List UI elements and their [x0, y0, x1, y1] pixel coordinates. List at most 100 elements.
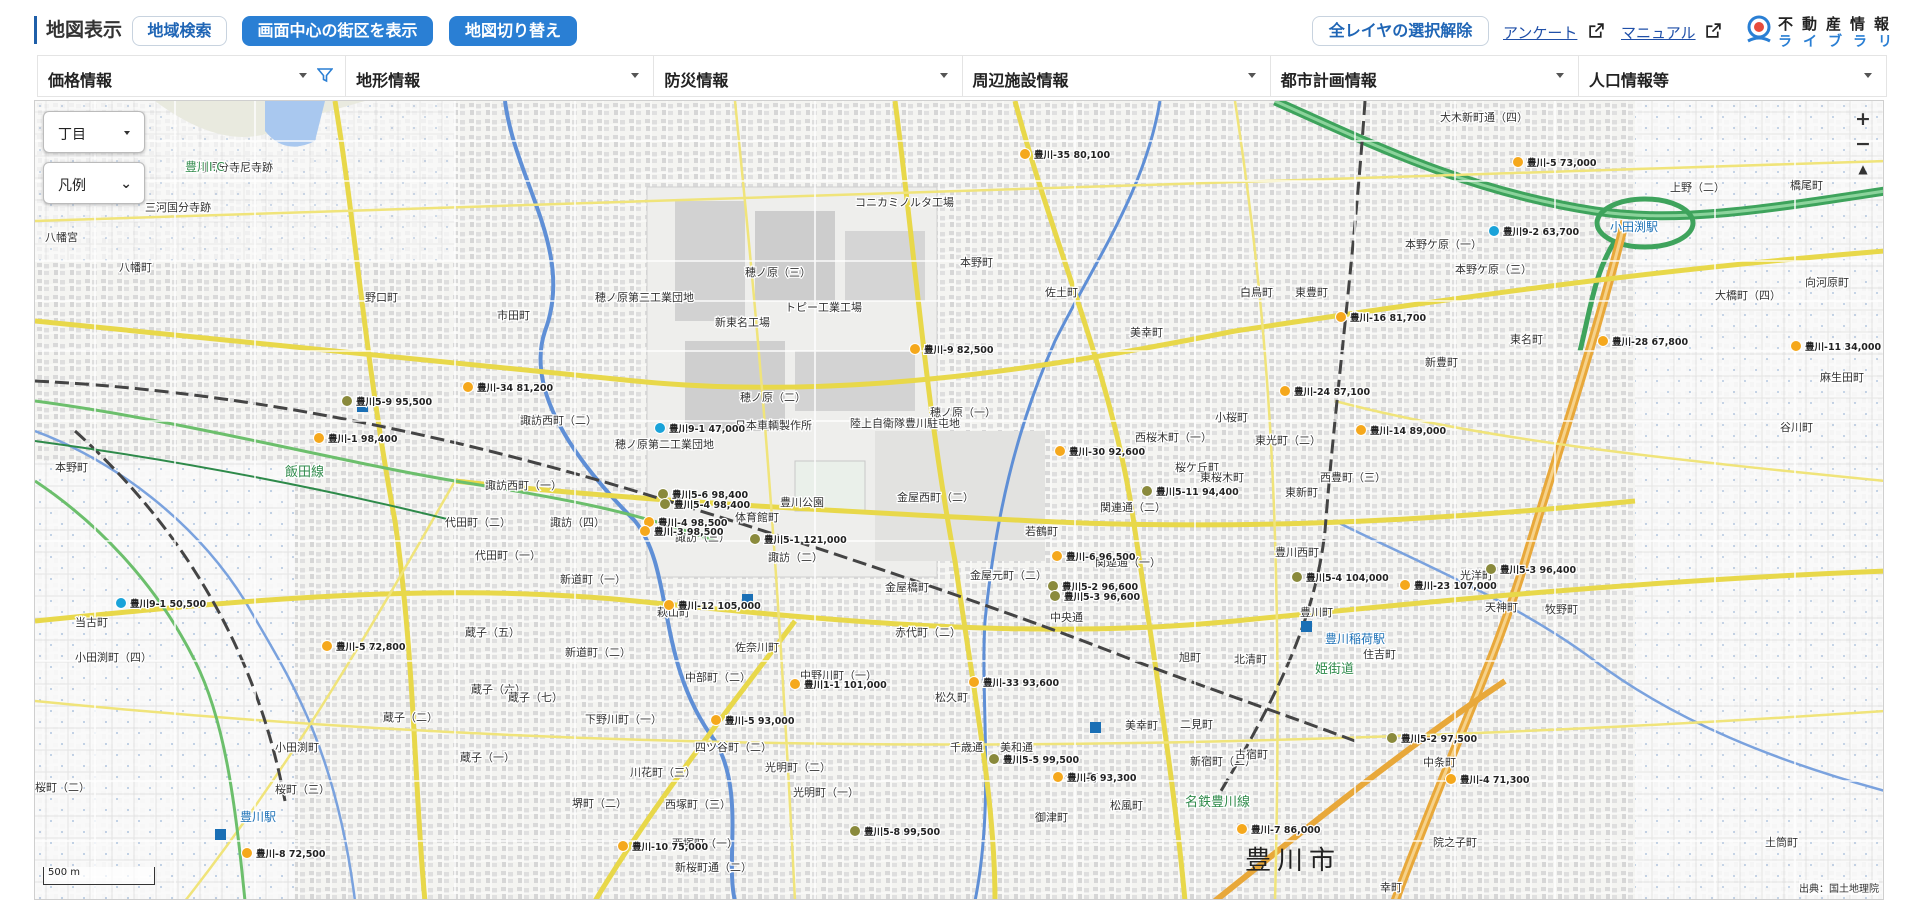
external-link-icon[interactable] [1588, 22, 1605, 39]
point-dot-icon[interactable] [663, 599, 675, 611]
category-urban-planning-dropdown[interactable]: 都市計画情報 [1271, 56, 1579, 96]
manual-link[interactable]: マニュアル [1621, 22, 1696, 43]
price-point-marker[interactable]: 豊川5-4 104,000 [1291, 571, 1390, 585]
place-label: 古宿町 [1235, 747, 1268, 761]
price-point-marker[interactable]: 豊川1-1 101,000 [789, 678, 888, 692]
category-terrain-dropdown[interactable]: 地形情報 [346, 56, 655, 96]
point-dot-icon[interactable] [1236, 823, 1248, 835]
point-dot-icon[interactable] [1054, 445, 1066, 457]
point-dot-icon[interactable] [654, 422, 666, 434]
point-dot-icon[interactable] [241, 847, 253, 859]
legend-select[interactable]: 凡例 ⌄ [43, 162, 145, 204]
point-dot-icon[interactable] [1019, 148, 1031, 160]
point-dot-icon[interactable] [1051, 550, 1063, 562]
price-point-label: 豊川5-9 95,500 [356, 396, 433, 408]
point-dot-icon[interactable] [617, 840, 629, 852]
point-dot-icon[interactable] [1279, 385, 1291, 397]
price-point-marker[interactable]: 豊川5-4 98,400 [659, 498, 752, 512]
point-dot-icon[interactable] [1355, 424, 1367, 436]
price-point-marker[interactable]: 豊川-10 75,000 [617, 840, 710, 854]
price-point-marker[interactable]: 豊川9-2 63,700 [1488, 225, 1581, 239]
funnel-icon[interactable] [317, 67, 334, 83]
point-dot-icon[interactable] [849, 825, 861, 837]
show-center-block-button[interactable]: 画面中心の街区を表示 [242, 16, 433, 46]
point-dot-icon[interactable] [341, 395, 353, 407]
external-link-icon[interactable] [1705, 22, 1722, 39]
point-dot-icon[interactable] [789, 678, 801, 690]
point-dot-icon[interactable] [1291, 571, 1303, 583]
point-dot-icon[interactable] [1488, 225, 1500, 237]
place-label: 東新町 [1285, 485, 1318, 499]
category-facilities-dropdown[interactable]: 周辺施設情報 [963, 56, 1271, 96]
zoom-in-button[interactable]: + [1849, 107, 1877, 132]
point-dot-icon[interactable] [639, 525, 651, 537]
clear-all-layers-button[interactable]: 全レイヤの選択解除 [1312, 16, 1489, 46]
point-dot-icon[interactable] [321, 640, 333, 652]
point-dot-icon[interactable] [1485, 563, 1497, 575]
price-point-marker[interactable]: 豊川5-9 95,500 [341, 395, 434, 409]
price-point-marker[interactable]: 豊川9-1 47,000 [654, 422, 747, 436]
point-dot-icon[interactable] [657, 488, 669, 500]
price-point-marker[interactable]: 豊川-30 92,600 [1054, 445, 1147, 459]
point-dot-icon[interactable] [1597, 335, 1609, 347]
point-dot-icon[interactable] [1047, 580, 1059, 592]
block-unit-select[interactable]: 丁目 [43, 111, 145, 153]
point-dot-icon[interactable] [1335, 311, 1347, 323]
zoom-out-button[interactable]: − [1849, 132, 1877, 157]
price-point-marker[interactable]: 豊川5-3 96,600 [1049, 590, 1142, 604]
point-dot-icon[interactable] [1445, 773, 1457, 785]
price-point-marker[interactable]: 豊川5-8 99,500 [849, 825, 942, 839]
map-canvas[interactable]: 三河国分寺尼寺跡 三河国分寺跡 八幡宮 八幡町 野口町 穂ノ原第三工業団地 新東名工場 コニカ… [34, 100, 1884, 900]
switch-map-button[interactable]: 地図切り替え [449, 16, 577, 46]
point-dot-icon[interactable] [1052, 771, 1064, 783]
price-point-marker[interactable]: 豊川-11 34,000 [1790, 340, 1883, 354]
price-point-marker[interactable]: 豊川-34 81,200 [462, 381, 555, 395]
price-point-marker[interactable]: 豊川5-2 97,500 [1386, 732, 1479, 746]
category-disaster-dropdown[interactable]: 防災情報 [654, 56, 963, 96]
price-point-marker[interactable]: 豊川5-5 99,500 [988, 753, 1081, 767]
place-label: 新道町（二） [565, 645, 631, 659]
point-dot-icon[interactable] [710, 714, 722, 726]
place-label: 諏訪西町（二） [520, 413, 597, 427]
price-point-marker[interactable]: 豊川-16 81,700 [1335, 311, 1428, 325]
price-point-label: 豊川-30 92,600 [1069, 446, 1146, 458]
point-dot-icon[interactable] [1790, 340, 1802, 352]
place-label: 名鉄豊川線 [1185, 794, 1250, 810]
point-dot-icon[interactable] [462, 381, 474, 393]
point-dot-icon[interactable] [313, 432, 325, 444]
place-label: 豊川公園 [780, 496, 824, 509]
place-label: 本野ケ原（三） [1455, 262, 1532, 276]
price-point-marker[interactable]: 豊川-23 107,000 [1399, 579, 1498, 593]
point-dot-icon[interactable] [115, 597, 127, 609]
price-point-marker[interactable]: 豊川-28 67,800 [1597, 335, 1690, 349]
place-label: 北清町 [1234, 653, 1267, 666]
price-point-marker[interactable]: 豊川-12 105,000 [663, 599, 762, 613]
point-dot-icon[interactable] [1141, 485, 1153, 497]
place-label: 蔵子（二） [383, 711, 438, 724]
point-dot-icon[interactable] [909, 343, 921, 355]
category-population-dropdown[interactable]: 人口情報等 [1579, 56, 1886, 96]
point-dot-icon[interactable] [968, 676, 980, 688]
point-dot-icon[interactable] [1386, 732, 1398, 744]
price-point-marker[interactable]: 豊川5-1 121,000 [749, 533, 848, 547]
point-dot-icon[interactable] [749, 533, 761, 545]
base-map[interactable]: 三河国分寺尼寺跡三河国分寺跡八幡宮八幡町野口町 穂ノ原第三工業団地新東名工場コニカ… [35, 101, 1884, 900]
point-dot-icon[interactable] [988, 753, 1000, 765]
price-point-marker[interactable]: 豊川-33 93,600 [968, 676, 1061, 690]
point-dot-icon[interactable] [1512, 156, 1524, 168]
survey-link[interactable]: アンケート [1503, 22, 1577, 43]
price-point-marker[interactable]: 豊川-24 87,100 [1279, 385, 1372, 399]
region-search-button[interactable]: 地域検索 [132, 16, 227, 46]
point-dot-icon[interactable] [659, 498, 671, 510]
place-label: 赤代町（二） [895, 626, 961, 639]
place-label: 東桜木町 [1200, 470, 1244, 484]
point-dot-icon[interactable] [1049, 590, 1061, 602]
price-point-marker[interactable]: 豊川5-11 94,400 [1141, 485, 1240, 499]
point-dot-icon[interactable] [1399, 579, 1411, 591]
compass-icon[interactable]: ▲ [1849, 157, 1877, 182]
price-point-marker[interactable]: 豊川-35 80,100 [1019, 148, 1112, 162]
price-point-marker[interactable]: 豊川9-1 50,500 [115, 597, 208, 611]
price-point-marker[interactable]: 豊川-14 89,000 [1355, 424, 1448, 438]
price-point-marker[interactable]: 豊川5-3 96,400 [1485, 563, 1578, 577]
category-price-dropdown[interactable]: 価格情報 [38, 56, 347, 96]
